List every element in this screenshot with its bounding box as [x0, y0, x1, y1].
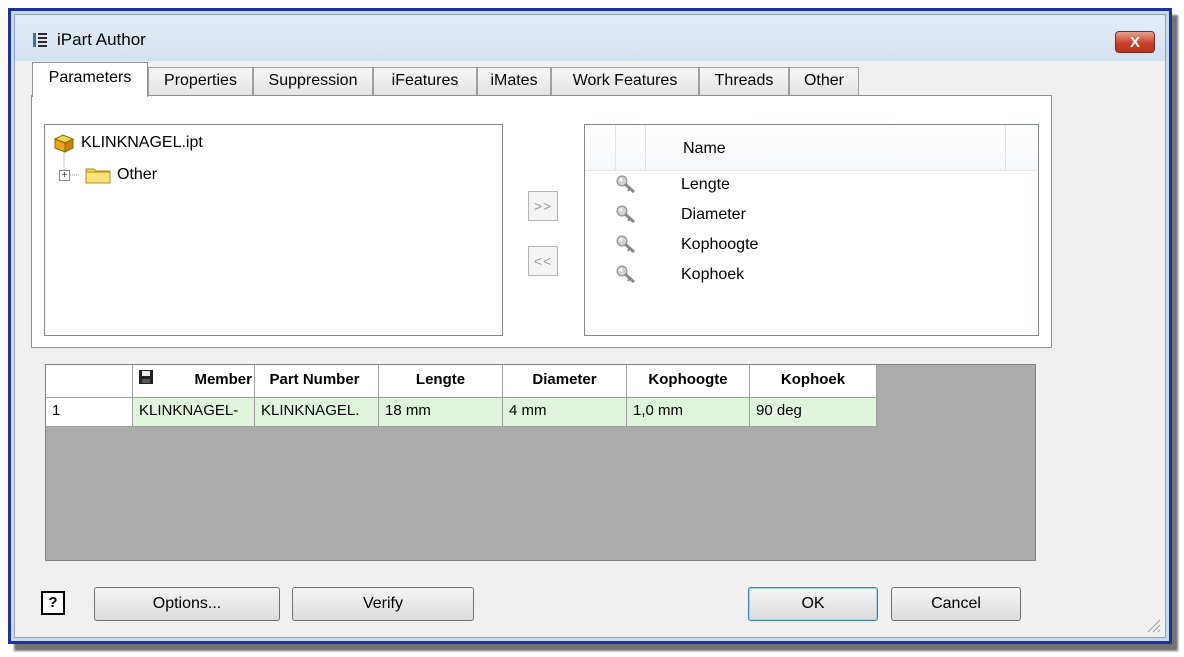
column-header-member[interactable]: Member: [133, 365, 255, 398]
column-header-part-number[interactable]: Part Number: [255, 365, 379, 398]
header-separator: [615, 125, 616, 171]
remove-parameter-button[interactable]: <<: [528, 246, 558, 276]
help-button[interactable]: ?: [41, 591, 65, 615]
cell-kophoek[interactable]: 90 deg: [750, 398, 877, 427]
verify-button[interactable]: Verify: [292, 587, 474, 621]
cancel-button[interactable]: Cancel: [891, 587, 1021, 621]
key-icon: [616, 265, 635, 284]
model-parameter-tree[interactable]: KLINKNAGEL.ipt + Other: [44, 124, 503, 336]
expand-toggle[interactable]: +: [59, 170, 70, 181]
cell-part-number[interactable]: KLINKNAGEL.: [255, 398, 379, 427]
column-header-kophoogte[interactable]: Kophoogte: [627, 365, 750, 398]
list-item[interactable]: Kophoogte: [615, 232, 915, 258]
ipart-table-icon: [33, 33, 47, 47]
tab-suppression[interactable]: Suppression: [253, 67, 373, 95]
row-number[interactable]: 1: [46, 398, 133, 427]
tab-parameters[interactable]: Parameters: [32, 62, 148, 97]
ipart-author-dialog: iPart Author X Parameters Properties Sup…: [14, 14, 1166, 638]
resize-grip-icon[interactable]: [1143, 615, 1161, 633]
cell-diameter[interactable]: 4 mm: [503, 398, 627, 427]
title-bar[interactable]: iPart Author X: [15, 15, 1165, 61]
tab-imates[interactable]: iMates: [477, 67, 551, 95]
key-icon: [616, 235, 635, 254]
selected-parameters-list[interactable]: Name Lengte Diameter Kophoogte Kophoek: [584, 124, 1039, 336]
tab-properties[interactable]: Properties: [148, 67, 253, 95]
column-header-kophoek[interactable]: Kophoek: [750, 365, 877, 398]
save-disk-icon: [139, 370, 153, 384]
param-label: Kophoogte: [681, 236, 759, 253]
tab-other[interactable]: Other: [789, 67, 859, 95]
list-item[interactable]: Diameter: [615, 202, 915, 228]
member-table[interactable]: Member Part Number Lengte Diameter Kopho…: [45, 364, 1036, 561]
param-label: Kophoek: [681, 266, 745, 283]
column-header-name[interactable]: Name: [683, 140, 726, 158]
tree-root-label: KLINKNAGEL.ipt: [81, 134, 203, 151]
param-label: Diameter: [681, 206, 746, 223]
header-separator: [1005, 125, 1006, 171]
column-header-diameter[interactable]: Diameter: [503, 365, 627, 398]
cell-lengte[interactable]: 18 mm: [379, 398, 503, 427]
window-title: iPart Author: [57, 30, 146, 49]
part-file-icon: [53, 134, 75, 153]
param-label: Lengte: [681, 176, 730, 193]
cell-kophoogte[interactable]: 1,0 mm: [627, 398, 750, 427]
close-button[interactable]: X: [1115, 31, 1155, 53]
member-header-label: Member: [194, 371, 252, 388]
key-icon: [616, 205, 635, 224]
cell-member[interactable]: KLINKNAGEL-: [133, 398, 255, 427]
tab-ifeatures[interactable]: iFeatures: [373, 67, 477, 95]
list-item[interactable]: Kophoek: [615, 262, 915, 288]
column-header-lengte[interactable]: Lengte: [379, 365, 503, 398]
folder-icon: [85, 168, 111, 184]
parameters-panel: KLINKNAGEL.ipt + Other >> << Name Lengte…: [31, 95, 1052, 348]
add-parameter-button[interactable]: >>: [528, 191, 558, 221]
key-icon: [616, 175, 635, 194]
tab-threads[interactable]: Threads: [699, 67, 789, 95]
header-separator: [645, 125, 646, 171]
close-icon: X: [1129, 33, 1140, 51]
list-header: Name: [585, 125, 1038, 171]
ok-button[interactable]: OK: [748, 587, 878, 621]
list-item[interactable]: Lengte: [615, 172, 915, 198]
corner-cell: [46, 365, 133, 398]
options-button[interactable]: Options...: [94, 587, 280, 621]
tree-folder-label: Other: [117, 166, 158, 183]
dialog-frame: iPart Author X Parameters Properties Sup…: [8, 8, 1172, 644]
tab-work-features[interactable]: Work Features: [551, 67, 699, 95]
